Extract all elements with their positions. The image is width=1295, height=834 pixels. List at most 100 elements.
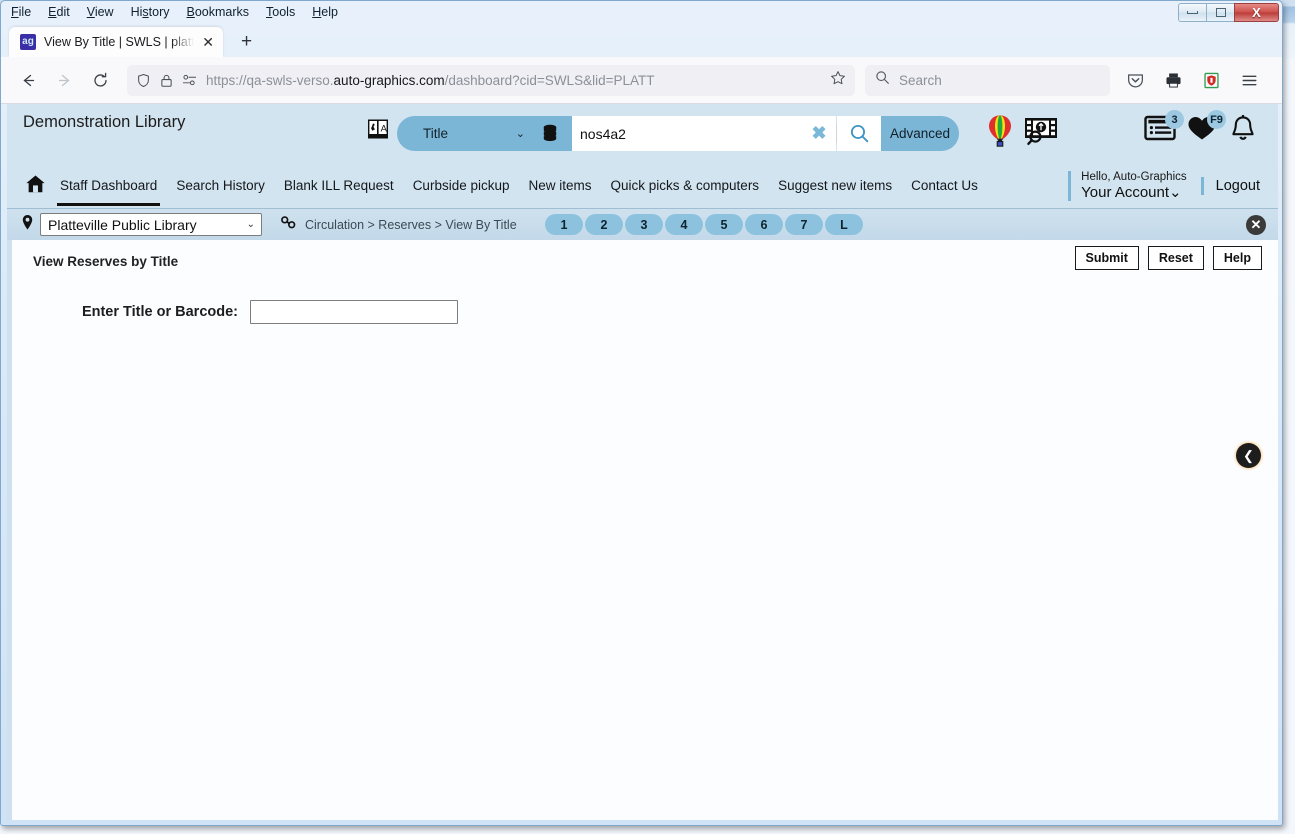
ublock-icon[interactable] xyxy=(1196,65,1226,95)
new-tab-button[interactable]: + xyxy=(241,31,252,53)
chevron-down-icon: ⌄ xyxy=(246,219,255,230)
page-content: Demonstration Library A Title ⌄ nos4a2 ✖… xyxy=(7,104,1278,820)
account-greeting: Hello, Auto-Graphics xyxy=(1081,170,1187,183)
header-icon-group: 3 F9 xyxy=(986,110,1258,153)
library-name: Demonstration Library xyxy=(23,113,186,131)
minimize-icon xyxy=(1187,11,1198,14)
address-bar[interactable]: https://qa-swls-verso.auto-graphics.com/… xyxy=(127,64,855,96)
chevron-down-icon: ⌄ xyxy=(515,128,525,140)
breadcrumb: Circulation > Reserves > View By Title xyxy=(305,217,517,232)
site-nav: Staff Dashboard Search History Blank ILL… xyxy=(7,164,1278,208)
restore-icon xyxy=(1215,8,1226,17)
page-pill-3[interactable]: 3 xyxy=(625,214,663,235)
lock-icon[interactable] xyxy=(160,73,173,88)
hamburger-menu-icon[interactable] xyxy=(1234,65,1264,95)
page-pill-7[interactable]: 7 xyxy=(785,214,823,235)
reload-icon[interactable] xyxy=(85,65,115,95)
search-index-select[interactable]: Title ⌄ xyxy=(397,116,572,151)
page-pill-5[interactable]: 5 xyxy=(705,214,743,235)
menu-edit[interactable]: Edit xyxy=(48,5,70,19)
menu-file[interactable]: FFileile xyxy=(11,5,31,19)
nav-contact-us[interactable]: Contact Us xyxy=(911,178,978,195)
tab-close-icon[interactable]: ✕ xyxy=(202,35,214,49)
tab-strip: ag View By Title | SWLS | platt | Aut ✕ … xyxy=(1,23,1282,57)
my-lists-icon[interactable]: 3 xyxy=(1144,110,1184,147)
search-submit-icon[interactable] xyxy=(837,116,881,151)
chevron-down-icon: ⌄ xyxy=(1169,183,1182,201)
tab-title: View By Title | SWLS | platt | Aut xyxy=(44,35,195,49)
balloon-icon[interactable] xyxy=(986,114,1014,153)
page-pill-6[interactable]: 6 xyxy=(745,214,783,235)
browser-search-bar[interactable]: Search xyxy=(865,64,1110,96)
clear-search-icon[interactable]: ✖ xyxy=(802,116,836,151)
main-panel: View Reserves by Title Submit Reset Help… xyxy=(7,240,1278,820)
close-icon[interactable]: ✕ xyxy=(1246,214,1266,235)
nav-blank-ill-request[interactable]: Blank ILL Request xyxy=(284,178,394,195)
nav-new-items[interactable]: New items xyxy=(529,178,592,195)
notifications-bell-icon[interactable] xyxy=(1228,114,1258,149)
pocket-icon[interactable] xyxy=(1120,65,1150,95)
location-pin-icon xyxy=(21,214,34,236)
site-header: Demonstration Library A Title ⌄ nos4a2 ✖… xyxy=(7,104,1278,164)
close-icon: X xyxy=(1252,5,1261,20)
search-input[interactable]: nos4a2 xyxy=(572,116,802,151)
nav-quick-picks-computers[interactable]: Quick picks & computers xyxy=(611,178,760,195)
logout-link[interactable]: Logout xyxy=(1216,178,1260,194)
page-pill-1[interactable]: 1 xyxy=(545,214,583,235)
page-pill-l[interactable]: L xyxy=(825,214,863,235)
menu-bookmarks[interactable]: Bookmarks xyxy=(187,5,250,19)
search-query-text: nos4a2 xyxy=(580,125,626,142)
permissions-icon[interactable] xyxy=(182,74,197,87)
menu-help[interactable]: Help xyxy=(312,5,338,19)
back-button[interactable]: ❮ xyxy=(1236,443,1261,468)
logout-block: Logout xyxy=(1200,177,1260,195)
help-button[interactable]: Help xyxy=(1212,246,1262,270)
page-pill-2[interactable]: 2 xyxy=(585,214,623,235)
page-title: View Reserves by Title xyxy=(33,254,179,269)
browser-tab[interactable]: ag View By Title | SWLS | platt | Aut ✕ xyxy=(9,27,223,57)
your-account-button[interactable]: Your Account⌄ xyxy=(1081,184,1186,201)
forward-icon[interactable] xyxy=(49,65,79,95)
home-icon[interactable] xyxy=(25,174,46,199)
svg-text:A: A xyxy=(381,122,388,133)
link-chain-icon xyxy=(280,215,297,235)
page-pill-4[interactable]: 4 xyxy=(665,214,703,235)
nav-search-history[interactable]: Search History xyxy=(176,178,265,195)
browser-window: FFileile Edit View History Bookmarks Too… xyxy=(0,0,1283,826)
page-pills: 1 2 3 4 5 6 7 L xyxy=(545,214,863,235)
action-buttons: Submit Reset Help xyxy=(1074,246,1262,270)
minimize-button[interactable] xyxy=(1178,3,1207,22)
menu-history[interactable]: History xyxy=(131,5,170,19)
window-controls: X xyxy=(1178,3,1279,22)
toolbar-extensions xyxy=(1120,65,1270,95)
library-select[interactable]: Platteville Public Library ⌄ xyxy=(40,213,262,236)
restore-button[interactable] xyxy=(1206,3,1235,22)
reset-button[interactable]: Reset xyxy=(1147,246,1204,270)
title-barcode-label: Enter Title or Barcode: xyxy=(81,304,238,320)
nav-curbside-pickup[interactable]: Curbside pickup xyxy=(413,178,510,195)
account-area: Hello, Auto-Graphics Your Account⌄ Logou… xyxy=(1068,164,1260,208)
print-icon[interactable] xyxy=(1158,65,1188,95)
advanced-search-button[interactable]: Advanced xyxy=(881,116,959,151)
database-icon[interactable] xyxy=(542,124,558,142)
favorites-heart-icon[interactable]: F9 xyxy=(1186,110,1226,147)
title-barcode-input[interactable] xyxy=(250,300,458,324)
menu-view[interactable]: View xyxy=(87,5,114,19)
close-window-button[interactable]: X xyxy=(1234,3,1279,22)
submit-button[interactable]: Submit xyxy=(1074,246,1139,270)
nav-suggest-new-items[interactable]: Suggest new items xyxy=(778,178,892,195)
account-block: Hello, Auto-Graphics Your Account⌄ xyxy=(1068,170,1187,202)
translate-icon[interactable]: A xyxy=(366,117,390,141)
library-select-value: Platteville Public Library xyxy=(48,216,197,233)
bookmark-star-icon[interactable] xyxy=(830,70,846,91)
menu-bar: FFileile Edit View History Bookmarks Too… xyxy=(1,1,1282,23)
browser-search-placeholder: Search xyxy=(899,72,942,88)
menu-tools[interactable]: Tools xyxy=(266,5,295,19)
nav-staff-dashboard[interactable]: Staff Dashboard xyxy=(56,178,161,206)
url-text: https://qa-swls-verso.auto-graphics.com/… xyxy=(206,72,655,88)
shield-icon[interactable] xyxy=(136,73,151,88)
context-bar: Platteville Public Library ⌄ Circulation… xyxy=(7,208,1278,240)
favorites-badge: F9 xyxy=(1207,110,1226,129)
back-icon[interactable] xyxy=(13,65,43,95)
film-search-icon[interactable] xyxy=(1024,114,1058,151)
